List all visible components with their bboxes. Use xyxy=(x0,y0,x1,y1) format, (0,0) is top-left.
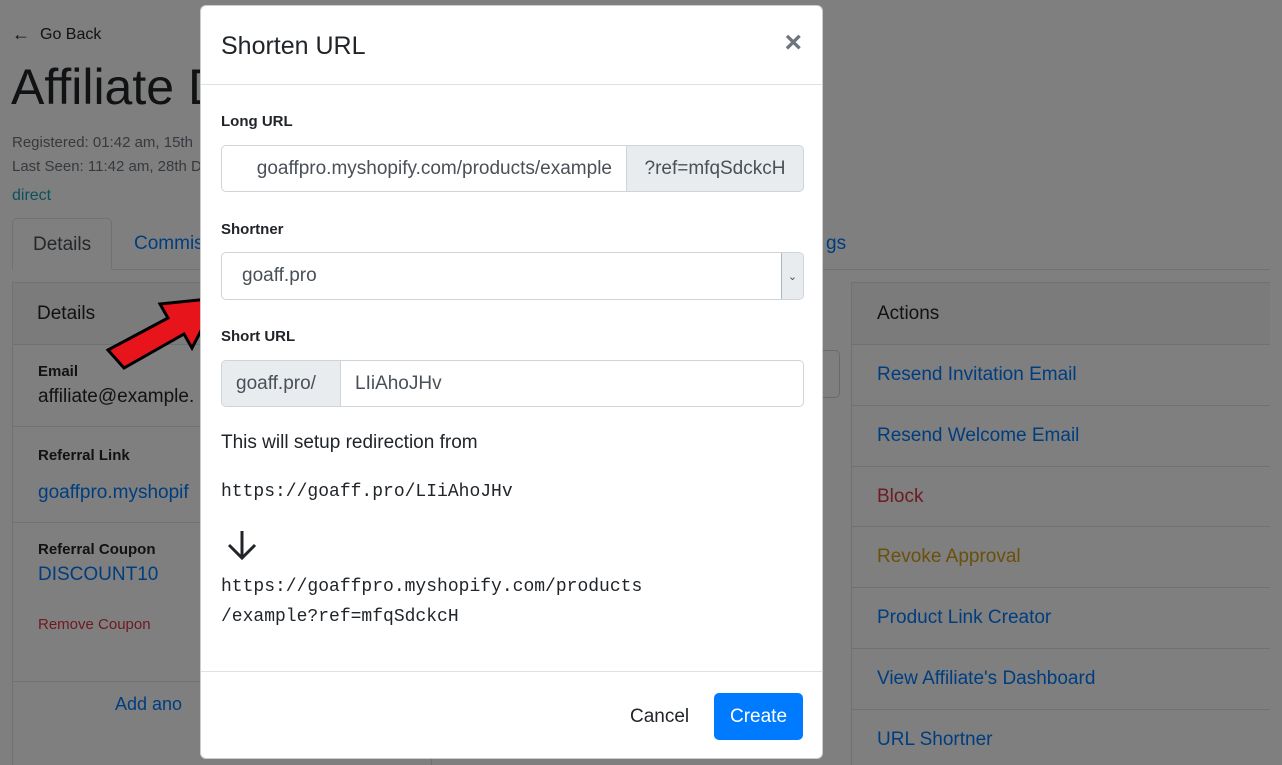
redirect-from-url: https://goaff.pro/LIiAhoJHv xyxy=(221,482,513,502)
long-url-ref-suffix: ?ref=mfqSdckcH xyxy=(627,145,804,192)
shortner-selected-value: goaff.pro xyxy=(242,265,317,286)
close-icon[interactable]: × xyxy=(784,28,802,58)
shorten-url-modal: Shorten URL × Long URL goaffpro.myshopif… xyxy=(200,5,823,759)
long-url-input[interactable]: goaffpro.myshopify.com/products/example xyxy=(221,145,627,192)
short-url-prefix: goaff.pro/ xyxy=(221,360,341,407)
modal-header: Shorten URL × xyxy=(201,6,822,85)
shortner-select[interactable]: goaff.pro ⌄ xyxy=(221,252,804,300)
long-url-group: goaffpro.myshopify.com/products/example … xyxy=(221,145,804,192)
modal-footer: Cancel Create xyxy=(201,671,822,758)
cancel-button[interactable]: Cancel xyxy=(615,693,704,740)
redirect-description: This will setup redirection from xyxy=(221,432,478,453)
redirect-to-url-line2: /example?ref=mfqSdckcH xyxy=(221,607,459,627)
short-url-label: Short URL xyxy=(221,328,296,345)
short-url-group: goaff.pro/ LIiAhoJHv xyxy=(221,360,804,407)
modal-title: Shorten URL xyxy=(221,32,366,60)
create-button[interactable]: Create xyxy=(714,693,803,740)
chevron-down-icon: ⌄ xyxy=(781,253,803,299)
short-url-slug-input[interactable]: LIiAhoJHv xyxy=(341,360,804,407)
long-url-label: Long URL xyxy=(221,113,293,130)
shortner-label: Shortner xyxy=(221,221,284,238)
redirect-to-url-line1: https://goaffpro.myshopify.com/products xyxy=(221,577,643,597)
arrow-down-icon xyxy=(227,531,257,561)
